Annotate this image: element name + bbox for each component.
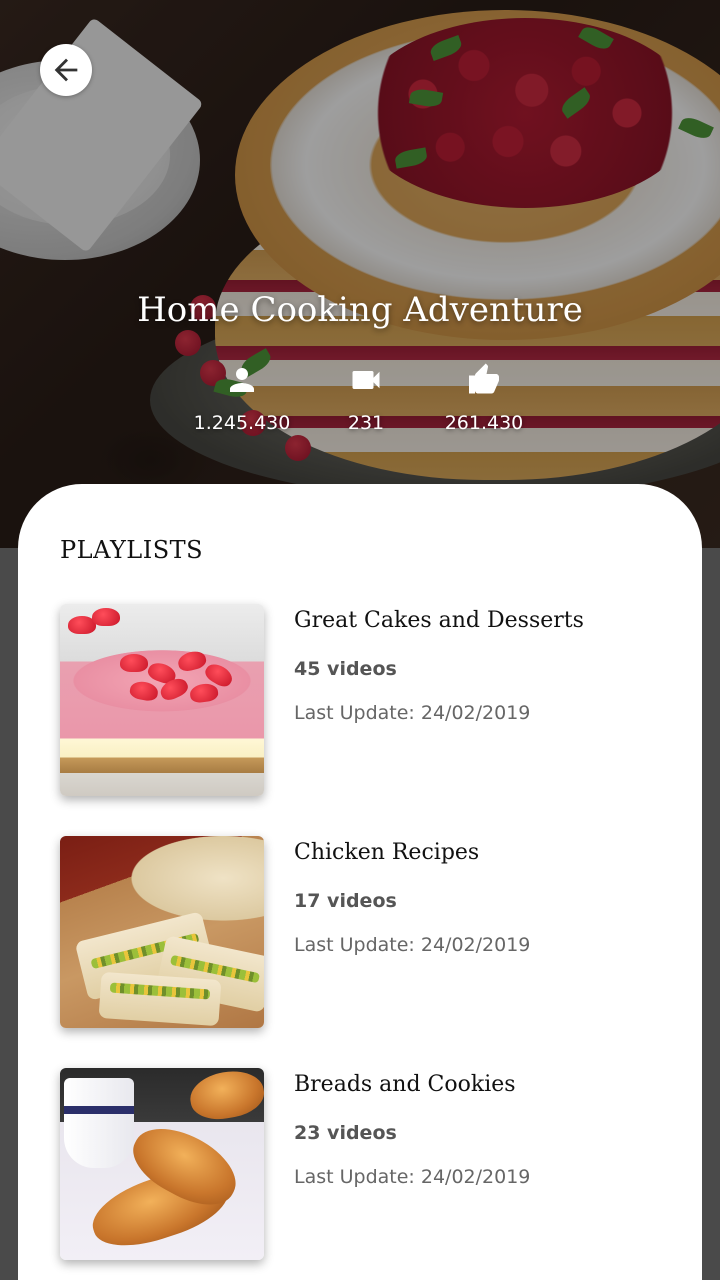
playlist-item-breads-cookies[interactable]: Breads and Cookies 23 videos Last Update… <box>60 1068 680 1260</box>
channel-stats: 1.245.430 231 261.430 <box>0 362 720 442</box>
playlist-title: Great Cakes and Desserts <box>294 608 584 633</box>
thumbs-up-icon <box>469 363 499 394</box>
playlist-thumbnail <box>60 836 264 1028</box>
playlist-thumbnail <box>60 1068 264 1260</box>
playlists-card: PLAYLISTS Great Cakes and Desserts 45 vi… <box>18 484 702 1280</box>
arrow-back-icon <box>54 58 78 82</box>
playlist-video-count: 45 videos <box>294 658 397 680</box>
hero-overlay <box>0 0 720 548</box>
back-button[interactable] <box>40 44 92 96</box>
playlist-last-update: Last Update: 24/02/2019 <box>294 934 531 956</box>
playlist-video-count: 23 videos <box>294 1122 397 1144</box>
playlist-last-update: Last Update: 24/02/2019 <box>294 1166 531 1188</box>
subscribers-count: 1.245.430 <box>193 412 291 434</box>
playlist-title: Breads and Cookies <box>294 1072 516 1097</box>
likes-count: 261.430 <box>444 412 524 434</box>
playlists-heading: PLAYLISTS <box>60 536 204 564</box>
channel-hero: Home Cooking Adventure 1.245.430 231 261… <box>0 0 720 548</box>
playlist-last-update: Last Update: 24/02/2019 <box>294 702 531 724</box>
playlist-item-cakes-desserts[interactable]: Great Cakes and Desserts 45 videos Last … <box>60 604 680 796</box>
stat-likes: 261.430 <box>414 362 554 434</box>
person-icon <box>230 368 254 392</box>
playlist-title: Chicken Recipes <box>294 840 480 865</box>
stat-subscribers: 1.245.430 <box>172 362 312 434</box>
channel-title: Home Cooking Adventure <box>137 290 583 330</box>
video-camera-icon <box>352 371 380 389</box>
videos-count: 231 <box>347 412 385 434</box>
playlist-video-count: 17 videos <box>294 890 397 912</box>
playlist-item-chicken-recipes[interactable]: Chicken Recipes 17 videos Last Update: 2… <box>60 836 680 1028</box>
playlist-thumbnail <box>60 604 264 796</box>
